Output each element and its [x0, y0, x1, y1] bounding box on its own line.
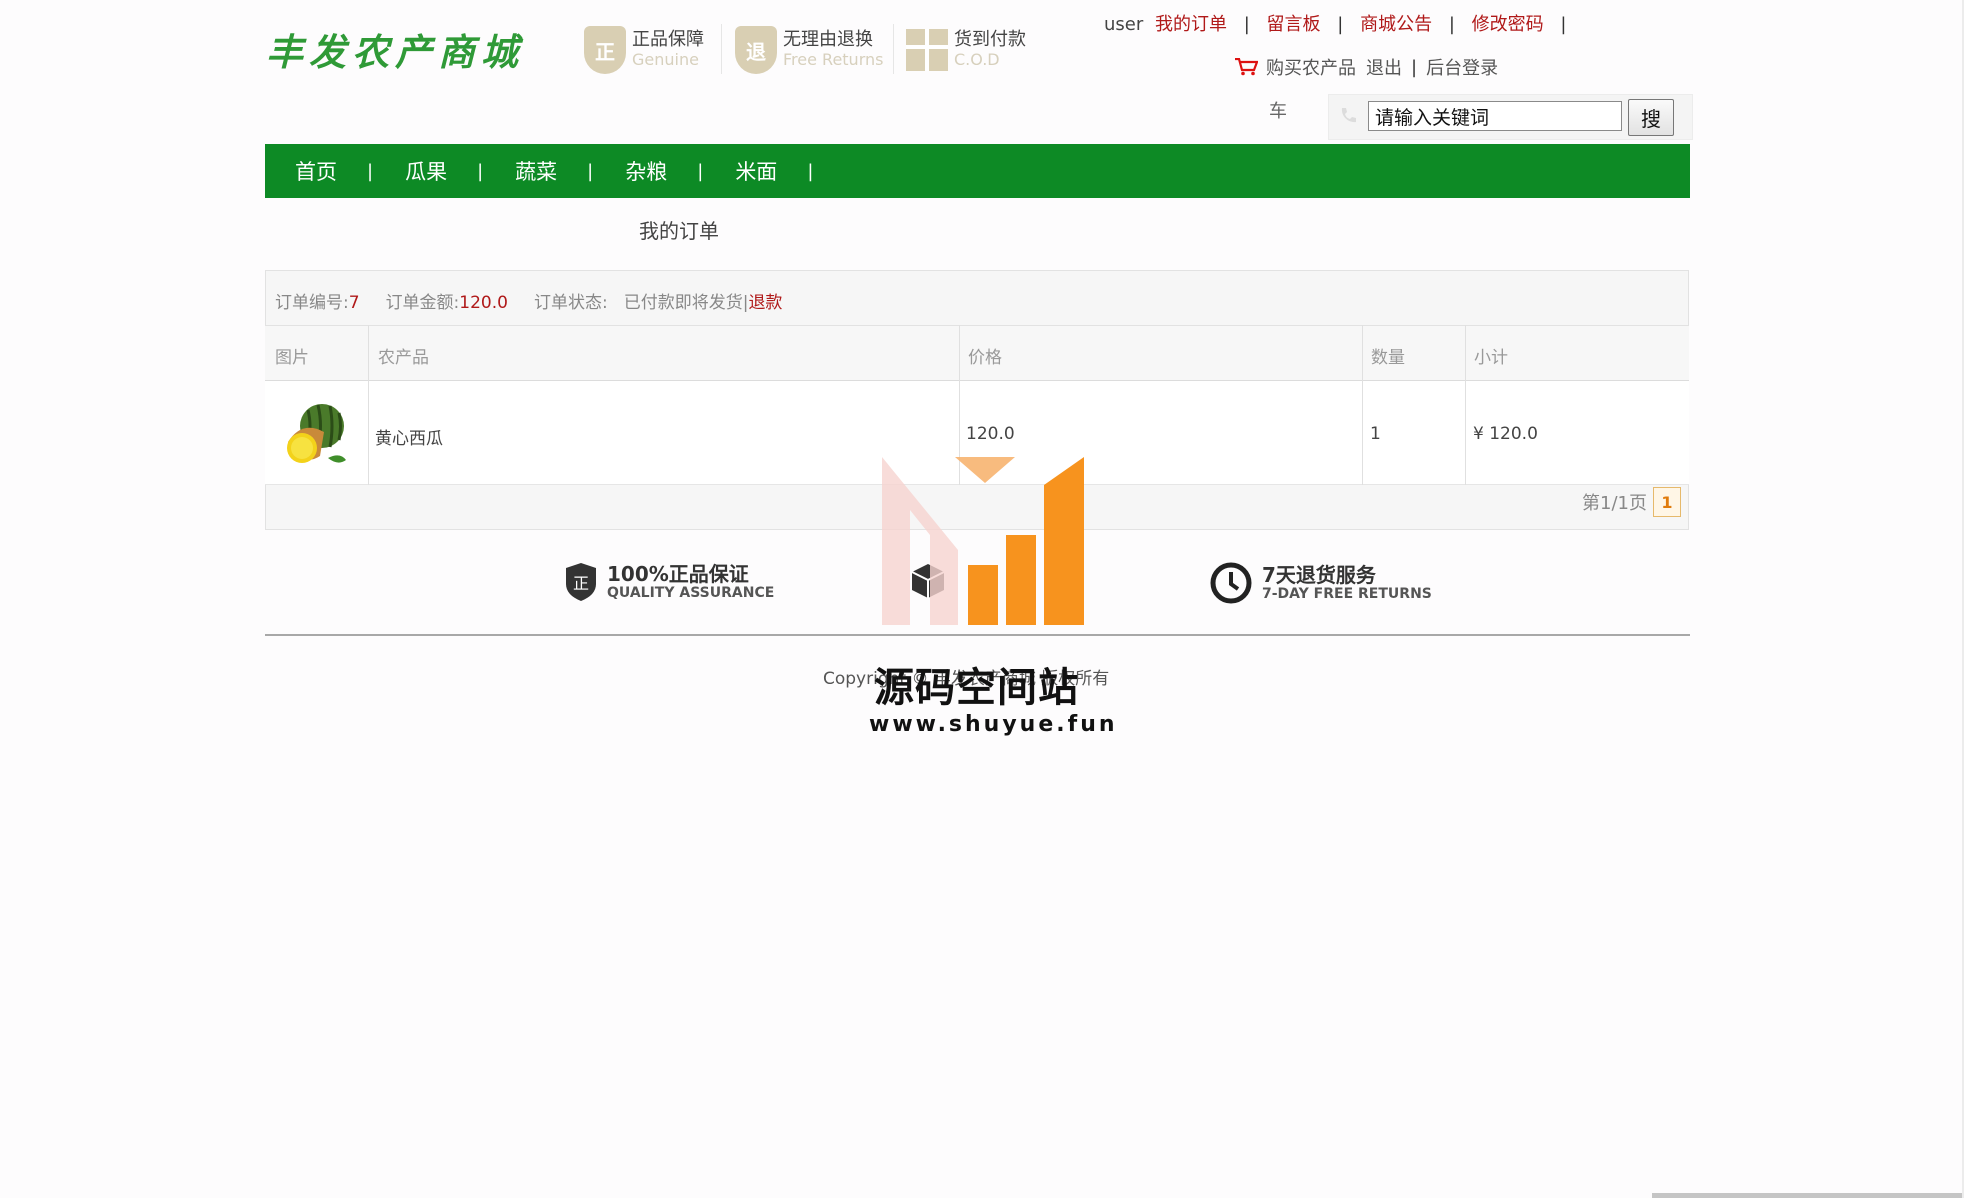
- nav-separator: |: [587, 160, 594, 182]
- badge-title: 无理由退换: [783, 29, 873, 50]
- svg-text:正: 正: [573, 574, 589, 593]
- nav-separator: |: [807, 160, 814, 182]
- order-id: 7: [348, 293, 360, 313]
- watermelon-image[interactable]: [280, 398, 350, 470]
- badge-divider: [893, 24, 894, 74]
- separator: |: [1560, 14, 1567, 35]
- product-quantity: 1: [1370, 424, 1381, 444]
- badge-divider: [721, 24, 722, 74]
- page-title: 我的订单: [639, 219, 719, 243]
- announcements-link[interactable]: 商城公告: [1360, 14, 1432, 35]
- service-subtitle: QUALITY ASSURANCE: [607, 585, 775, 601]
- search-input[interactable]: [1368, 101, 1622, 131]
- order-amount-label: 订单金额:: [385, 293, 460, 313]
- column-header-quantity: 数量: [1371, 348, 1405, 368]
- horizontal-scrollbar[interactable]: [1652, 1193, 1964, 1198]
- separator: |: [1448, 14, 1455, 35]
- change-password-link[interactable]: 修改密码: [1472, 14, 1544, 35]
- free-returns-badge: 退 无理由退换 Free Returns: [735, 20, 883, 80]
- return-shield-icon: 退: [735, 26, 777, 74]
- nav-separator: |: [367, 160, 374, 182]
- watermark-title: 源码空间站: [874, 665, 1079, 711]
- badge-subtitle: C.O.D: [954, 50, 1000, 69]
- nav-item-vegetables[interactable]: 蔬菜: [485, 156, 585, 186]
- search-button[interactable]: 搜: [1628, 99, 1674, 136]
- refund-link[interactable]: 退款: [748, 293, 782, 313]
- cart-link[interactable]: 购买农产品: [1266, 54, 1356, 80]
- badge-title: 正品保障: [632, 29, 704, 50]
- order-id-label: 订单编号:: [275, 293, 349, 313]
- page-number-button[interactable]: 1: [1652, 487, 1681, 517]
- badge-subtitle: Free Returns: [783, 50, 884, 69]
- my-orders-link[interactable]: 我的订单: [1155, 14, 1227, 35]
- site-logo[interactable]: 丰发农产商城: [266, 22, 524, 76]
- column-header-subtotal: 小计: [1474, 348, 1508, 368]
- service-returns: 7天退货服务 7-DAY FREE RETURNS: [1210, 562, 1432, 604]
- admin-login-link[interactable]: 后台登录: [1426, 54, 1498, 80]
- order-info: 订单编号:7 订单金额:120.0 订单状态: 已付款即将发货|退款: [275, 288, 782, 313]
- product-name[interactable]: 黄心西瓜: [375, 424, 443, 449]
- nav-separator: |: [477, 160, 484, 182]
- column-header-image: 图片: [275, 348, 309, 368]
- shopping-cart-icon[interactable]: [1234, 58, 1258, 76]
- column-divider: [1362, 325, 1363, 485]
- service-title: 100%正品保证: [607, 562, 749, 586]
- order-status: 已付款即将发货|: [623, 293, 749, 313]
- cart-line: 购买农产品 退出 | 后台登录: [1234, 54, 1498, 80]
- column-header-product: 农产品: [378, 348, 429, 368]
- nav-separator: |: [697, 160, 704, 182]
- footer-divider: [265, 634, 1690, 636]
- order-amount: 120.0: [459, 293, 508, 313]
- nav-item-rice-noodles[interactable]: 米面: [705, 156, 805, 186]
- user-name: user: [1104, 14, 1144, 35]
- product-subtotal: ¥ 120.0: [1473, 424, 1538, 444]
- page-count: 第1/1页: [1582, 493, 1647, 514]
- watermark-url: www.shuyue.fun: [869, 712, 1118, 737]
- separator: |: [1243, 14, 1250, 35]
- watermark-logo: [882, 457, 1084, 625]
- order-status-label: 订单状态:: [533, 293, 608, 313]
- nav-item-home[interactable]: 首页: [265, 156, 365, 186]
- column-divider: [368, 325, 369, 485]
- shield-check-icon: 正: [566, 563, 596, 601]
- cart-link-tail[interactable]: 车: [1269, 97, 1287, 123]
- clock-icon: [1210, 562, 1252, 604]
- service-title: 7天退货服务: [1262, 563, 1376, 587]
- genuine-badge: 正 正品保障 Genuine: [584, 20, 704, 80]
- genuine-shield-icon: 正: [584, 26, 626, 74]
- service-subtitle: 7-DAY FREE RETURNS: [1262, 586, 1432, 602]
- service-quality: 正 100%正品保证 QUALITY ASSURANCE: [565, 562, 774, 602]
- column-header-price: 价格: [968, 348, 1002, 368]
- phone-icon: [1341, 108, 1356, 123]
- separator: |: [1411, 56, 1418, 78]
- nav-item-fruits[interactable]: 瓜果: [375, 156, 475, 186]
- separator: |: [1337, 14, 1344, 35]
- product-price: 120.0: [966, 424, 1015, 444]
- column-divider: [1465, 325, 1466, 485]
- gift-box-icon: [906, 29, 948, 71]
- cod-badge: 货到付款 C.O.D: [906, 20, 1026, 80]
- pagination: 第1/1页 1: [1582, 487, 1681, 517]
- logout-link[interactable]: 退出: [1366, 54, 1402, 80]
- top-links: user 我的订单 | 留言板 | 商城公告 | 修改密码 |: [1104, 10, 1577, 36]
- badge-title: 货到付款: [954, 29, 1026, 50]
- badge-subtitle: Genuine: [632, 50, 699, 69]
- nav-item-grains[interactable]: 杂粮: [595, 156, 695, 186]
- message-board-link[interactable]: 留言板: [1267, 14, 1321, 35]
- main-nav: 首页 | 瓜果 | 蔬菜 | 杂粮 | 米面 |: [265, 144, 1690, 198]
